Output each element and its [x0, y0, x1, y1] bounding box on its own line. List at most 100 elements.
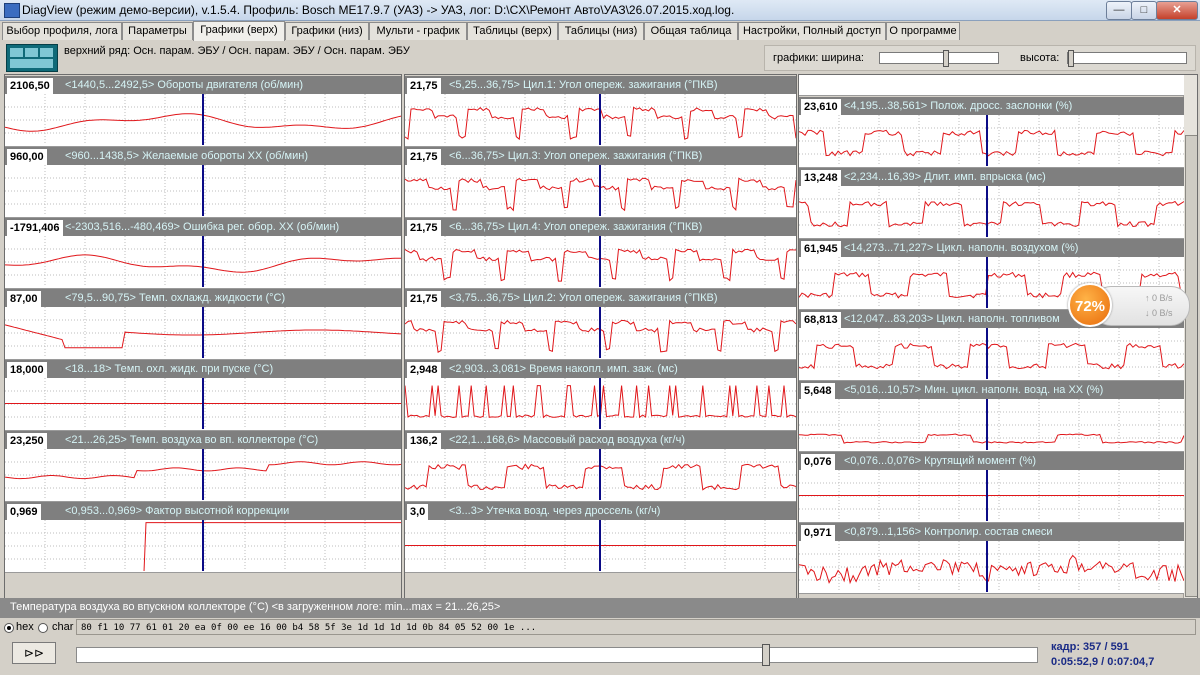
graph-panel[interactable]: 2106,50 <1440,5...2492,5> Обороты двигате… [5, 75, 401, 147]
graph-panel[interactable]: 21,75 <3,75...36,75> Цил.2: Угол опереж. … [405, 288, 796, 360]
grid-layout-icon[interactable] [6, 44, 58, 72]
current-value: 0,969 [7, 504, 41, 520]
graph-panel[interactable]: 87,00 <79,5...90,75> Темп. охлажд. жидкос… [5, 288, 401, 360]
tab-profile-log[interactable]: Выбор профиля, лога [2, 22, 122, 40]
graph-column-1: 2106,50 <1440,5...2492,5> Обороты двигате… [4, 74, 402, 599]
tab-graphs-top[interactable]: Графики (верх) [193, 21, 285, 41]
graph-plot[interactable] [405, 378, 796, 431]
tab-tables-top[interactable]: Таблицы (верх) [467, 22, 558, 40]
graph-plot[interactable] [799, 328, 1184, 381]
parameter-description: <14,273...71,227> Цикл. наполн. воздухом… [844, 242, 1079, 254]
cpu-percent: 72% [1068, 283, 1112, 327]
graph-panel[interactable]: 5,648 <5,016...10,57> Мин. цикл. наполн. … [799, 380, 1184, 452]
graph-plot[interactable] [405, 307, 796, 360]
current-value: 0,076 [801, 454, 835, 470]
graph-panel[interactable]: 21,75 <6...36,75> Цил.4: Угол опереж. заж… [405, 217, 796, 289]
title-bar: DiagView (режим демо-версии), v.1.5.4. П… [0, 0, 1200, 21]
graph-header: 2106,50 <1440,5...2492,5> Обороты двигате… [5, 76, 401, 94]
graph-panel[interactable]: 136,2 <22,1...168,6> Массовый расход возд… [405, 430, 796, 502]
width-label: графики: ширина: [773, 52, 864, 64]
signal-trace [799, 342, 1184, 370]
tab-graphs-bottom[interactable]: Графики (низ) [285, 22, 369, 40]
graph-svg [5, 378, 401, 429]
graph-plot[interactable] [405, 165, 796, 218]
graph-header: 23,250 <21...26,25> Темп. воздуха во вп. … [5, 431, 401, 449]
parameter-description: <6...36,75> Цил.4: Угол опереж. зажигани… [449, 221, 703, 233]
graph-column-3: 11,90223,610<4,195...38,561> Полож. дрос… [798, 74, 1198, 599]
graph-plot[interactable] [5, 165, 401, 218]
graph-plot[interactable] [5, 307, 401, 360]
tab-multi-graph[interactable]: Мульти - график [369, 22, 467, 40]
graph-plot[interactable] [405, 236, 796, 289]
graph-plot[interactable] [5, 449, 401, 502]
graph-svg [799, 115, 1184, 166]
parameter-description: <6...36,75> Цил.3: Угол опереж. зажигани… [449, 150, 703, 162]
current-value: 2106,50 [7, 78, 53, 94]
timeline-thumb[interactable] [761, 644, 770, 666]
graph-svg [405, 236, 796, 287]
tab-tables-bottom[interactable]: Таблицы (низ) [558, 22, 644, 40]
parameter-description: <-2303,516...-480,469> Ошибка рег. обор.… [65, 221, 340, 233]
graph-header: 5,648 <5,016...10,57> Мин. цикл. наполн. … [799, 381, 1184, 399]
graph-panel[interactable]: 0,969 <0,953...0,969> Фактор высотной кор… [5, 501, 401, 573]
hex-radio[interactable] [4, 623, 14, 633]
height-slider-thumb[interactable] [1068, 50, 1074, 67]
current-value: 21,75 [407, 220, 441, 236]
graph-panel[interactable]: 3,0 <3...3> Утечка возд. через дроссель (… [405, 501, 796, 573]
cpu-meter-widget[interactable]: ↑ 0 B/s ↓ 0 B/s 72% [1068, 283, 1190, 327]
tab-general-table[interactable]: Общая таблица [644, 22, 738, 40]
graph-panel[interactable]: 21,75 <5,25...36,75> Цил.1: Угол опереж. … [405, 75, 796, 147]
parameter-description: <2,903...3,081> Время накопл. имп. заж. … [449, 363, 678, 375]
graph-plot[interactable] [5, 520, 401, 573]
parameter-description: <4,195...38,561> Полож. дросс. заслонки … [844, 100, 1073, 112]
graph-plot[interactable] [405, 94, 796, 147]
graph-plot[interactable] [5, 94, 401, 147]
play-button[interactable]: ⊳⊳ [12, 642, 56, 664]
graph-svg [405, 307, 796, 358]
graph-plot[interactable] [799, 399, 1184, 452]
graph-plot[interactable] [799, 541, 1184, 594]
char-radio[interactable] [38, 623, 48, 633]
graph-panel[interactable]: 18,000 <18...18> Темп. охл. жидк. при пус… [5, 359, 401, 431]
parameter-description: <3,75...36,75> Цил.2: Угол опереж. зажиг… [449, 292, 718, 304]
tab-about[interactable]: О программе [886, 22, 960, 40]
graph-svg [405, 378, 796, 429]
timeline-slider[interactable] [76, 644, 1038, 666]
hex-row: hex char 80 f1 10 77 61 01 20 ea 0f 00 e… [0, 619, 1200, 636]
height-slider[interactable] [1067, 50, 1187, 67]
playback-bar: ⊳⊳ кадр: 357 / 591 0:05:52,9 / 0:07:04,7 [0, 637, 1200, 675]
current-value: 23,250 [7, 433, 47, 449]
tab-parameters[interactable]: Параметры [122, 22, 193, 40]
graph-plot[interactable] [799, 115, 1184, 168]
tab-settings[interactable]: Настройки, Полный доступ [738, 22, 886, 40]
frame-counter: кадр: 357 / 591 [1051, 641, 1129, 653]
graph-plot[interactable] [5, 236, 401, 289]
graph-svg [5, 94, 401, 145]
current-value: 5,648 [801, 383, 835, 399]
graph-plot[interactable] [799, 470, 1184, 523]
graph-panel[interactable]: 21,75 <6...36,75> Цил.3: Угол опереж. заж… [405, 146, 796, 218]
vertical-scrollbar[interactable] [1183, 75, 1197, 598]
graph-panel[interactable]: 960,00 <960...1438,5> Желаемые обороты XX… [5, 146, 401, 218]
width-slider[interactable] [879, 50, 999, 67]
maximize-button[interactable]: □ [1131, 1, 1157, 20]
graph-panel[interactable]: 2,948 <2,903...3,081> Время накопл. имп. … [405, 359, 796, 431]
top-row-label: верхний ряд: Осн. парам. ЭБУ / Осн. пара… [64, 45, 410, 57]
current-value: 13,248 [801, 170, 841, 186]
graph-panel[interactable]: 23,250 <21...26,25> Темп. воздуха во вп. … [5, 430, 401, 502]
graph-plot[interactable] [405, 520, 796, 573]
width-slider-thumb[interactable] [942, 50, 949, 67]
close-button[interactable]: ✕ [1156, 1, 1198, 20]
graph-panel[interactable]: 13,248 <2,234...16,39> Длит. имп. впрыска… [799, 167, 1184, 239]
graph-header: 0,971 <0,879...1,156> Контролир. состав с… [799, 523, 1184, 541]
graph-plot[interactable] [405, 449, 796, 502]
scrollbar-thumb[interactable] [1185, 135, 1197, 597]
graph-plot[interactable] [5, 378, 401, 431]
minimize-button[interactable]: — [1106, 1, 1132, 20]
graph-panel[interactable]: 23,610 <4,195...38,561> Полож. дросс. зас… [799, 96, 1184, 168]
graph-panel[interactable]: 0,971 <0,879...1,156> Контролир. состав с… [799, 522, 1184, 594]
current-value: 0,971 [801, 525, 835, 541]
graph-plot[interactable] [799, 186, 1184, 239]
graph-panel[interactable]: 0,076 <0,076...0,076> Крутящий момент (%) [799, 451, 1184, 523]
graph-panel[interactable]: -1791,406 <-2303,516...-480,469> Ошибка р… [5, 217, 401, 289]
